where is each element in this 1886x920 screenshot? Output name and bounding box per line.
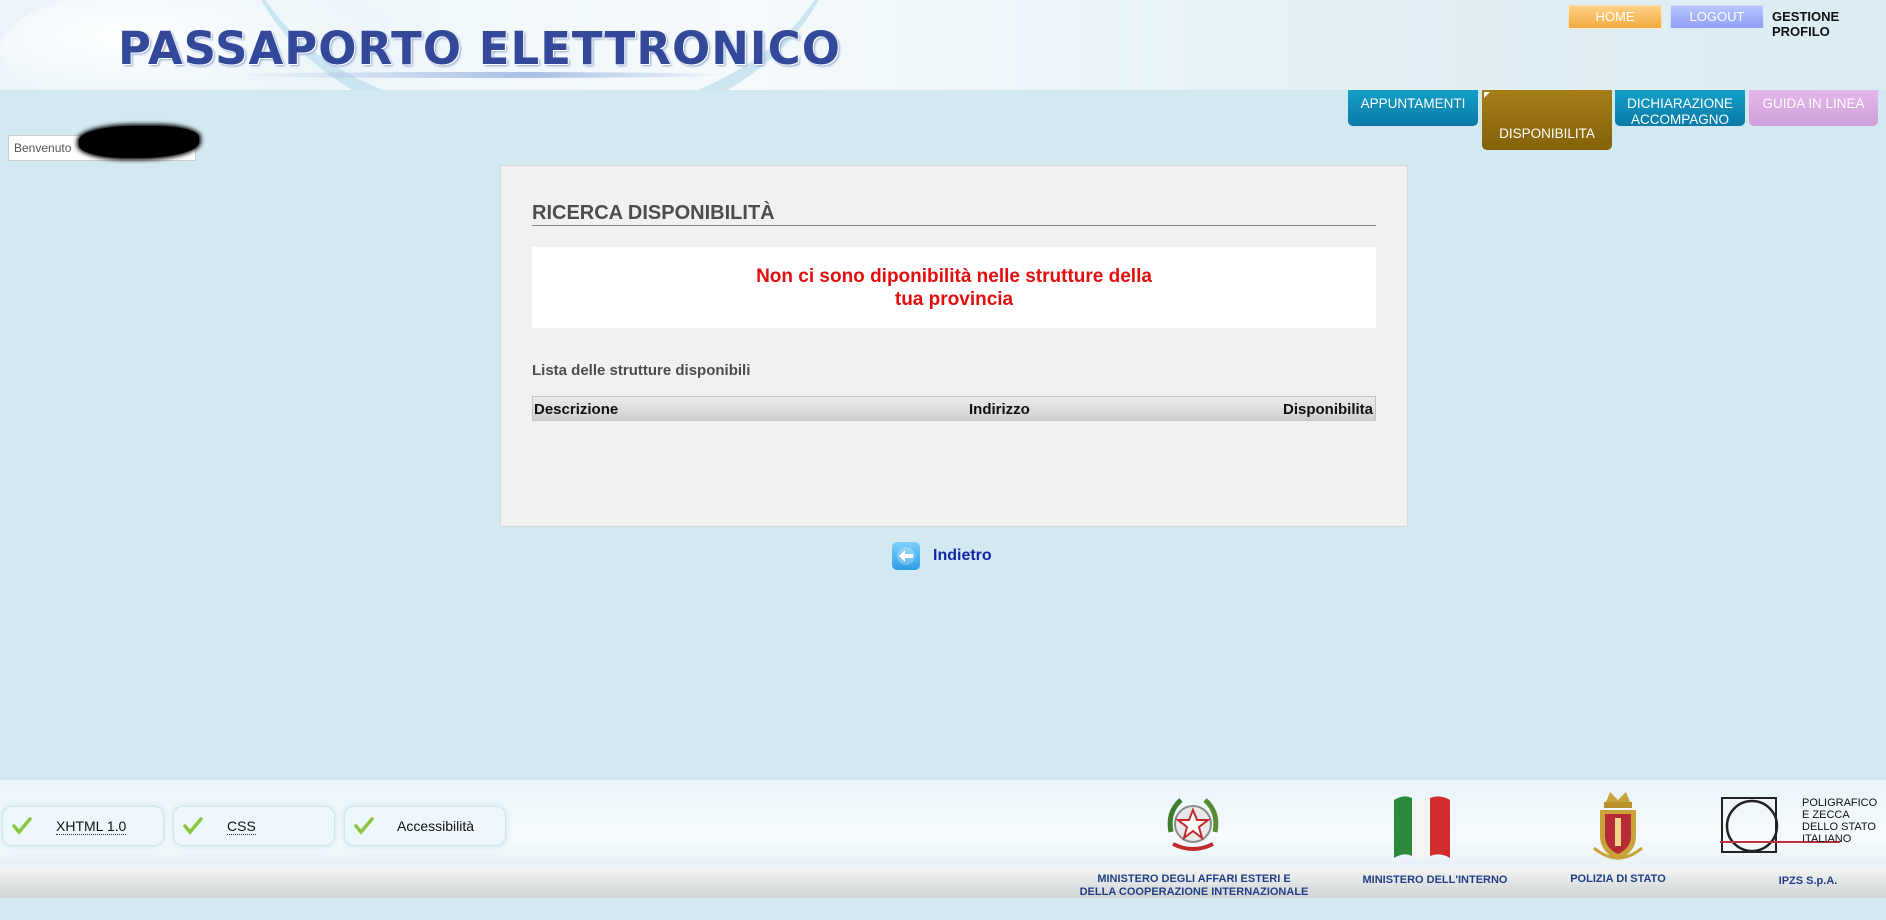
column-disponibilita: Disponibilita: [1283, 401, 1373, 418]
css-badge-label: CSS: [227, 818, 256, 835]
message-line-1: Non ci sono diponibilità nelle strutture…: [756, 266, 1152, 287]
logout-button[interactable]: LOGOUT: [1670, 5, 1764, 29]
polizia-crest-icon: [1593, 792, 1643, 860]
tab-dichiarazione-accompagno[interactable]: DICHIARAZIONE ACCOMPAGNO: [1615, 90, 1745, 127]
polizia-caption: POLIZIA DI STATO: [1570, 873, 1666, 885]
mae-caption: MINISTERO DEGLI AFFARI ESTERI E DELLA CO…: [1074, 873, 1314, 899]
tab-disponibilita-label: DISPONIBILITA: [1499, 126, 1595, 141]
xhtml-badge-label: XHTML 1.0: [56, 818, 127, 835]
structures-table-header: Descrizione Indirizzo Disponibilita: [532, 396, 1376, 421]
welcome-box: Benvenuto: [8, 126, 199, 161]
tab-disponibilita[interactable]: DISPONIBILITA: [1482, 90, 1612, 150]
logo-underline-decoration: [230, 72, 730, 78]
ipzs-mark-line3: DELLO STATO: [1802, 821, 1876, 833]
check-icon: [183, 817, 203, 835]
back-link[interactable]: Indietro: [933, 547, 992, 565]
ipzs-mark-line1: POLIGRAFICO: [1802, 797, 1878, 809]
gestione-profilo-link[interactable]: GESTIONE PROFILO: [1772, 9, 1886, 39]
structures-list-label: Lista delle strutture disponibili: [532, 362, 751, 379]
page-title: RICERCA DISPONIBILITÀ: [532, 202, 775, 224]
accessibility-badge-label: Accessibilità: [397, 818, 475, 834]
redacted-username: [79, 126, 199, 158]
tab-guida-label: GUIDA IN LINEA: [1762, 96, 1865, 111]
column-indirizzo: Indirizzo: [969, 401, 1030, 418]
tab-appuntamenti[interactable]: APPUNTAMENTI: [1348, 90, 1478, 126]
no-availability-message: Non ci sono diponibilità nelle strutture…: [532, 247, 1376, 328]
home-button[interactable]: HOME: [1568, 5, 1662, 29]
tab-guida-in-linea[interactable]: GUIDA IN LINEA: [1749, 90, 1878, 126]
css-validation-badge[interactable]: CSS: [173, 806, 335, 846]
mae-caption-line1: MINISTERO DEGLI AFFARI ESTERI E: [1097, 873, 1291, 885]
active-tab-corner-icon: [1484, 92, 1490, 98]
site-logo-title: PASSAPORTO ELETTRONICO: [118, 22, 841, 75]
tab-dichiarazione-label-line2: ACCOMPAGNO: [1630, 112, 1729, 127]
check-icon: [354, 817, 374, 835]
check-icon: [12, 817, 32, 835]
italian-republic-emblem-icon: [1167, 798, 1219, 851]
back-arrow-icon[interactable]: [892, 542, 920, 570]
ipzs-mark-line2: E ZECCA: [1802, 809, 1850, 821]
ipzs-caption: IPZS S.p.A.: [1778, 875, 1838, 887]
tab-dichiarazione-label-line1: DICHIARAZIONE: [1627, 96, 1733, 111]
interno-caption: MINISTERO DELL'INTERNO: [1362, 874, 1508, 886]
ipzs-mark-line4: ITALIANO: [1802, 833, 1852, 845]
accessibility-badge[interactable]: Accessibilità: [344, 806, 506, 846]
tab-appuntamenti-label: APPUNTAMENTI: [1360, 96, 1466, 111]
mae-caption-line2: DELLA COOPERAZIONE INTERNAZIONALE: [1079, 886, 1309, 898]
ipzs-logo-icon: POLIGRAFICO E ZECCA DELLO STATO ITALIANO: [1720, 797, 1878, 853]
welcome-label: Benvenuto: [14, 141, 72, 155]
message-line-2: tua provincia: [894, 289, 1014, 310]
italian-flag-icon: [1394, 796, 1450, 858]
page-header: PASSAPORTO ELETTRONICO HOME LOGOUT GESTI…: [0, 0, 1886, 90]
column-descrizione: Descrizione: [534, 401, 619, 418]
title-divider: [532, 225, 1376, 226]
xhtml-validation-badge[interactable]: XHTML 1.0: [2, 806, 164, 846]
